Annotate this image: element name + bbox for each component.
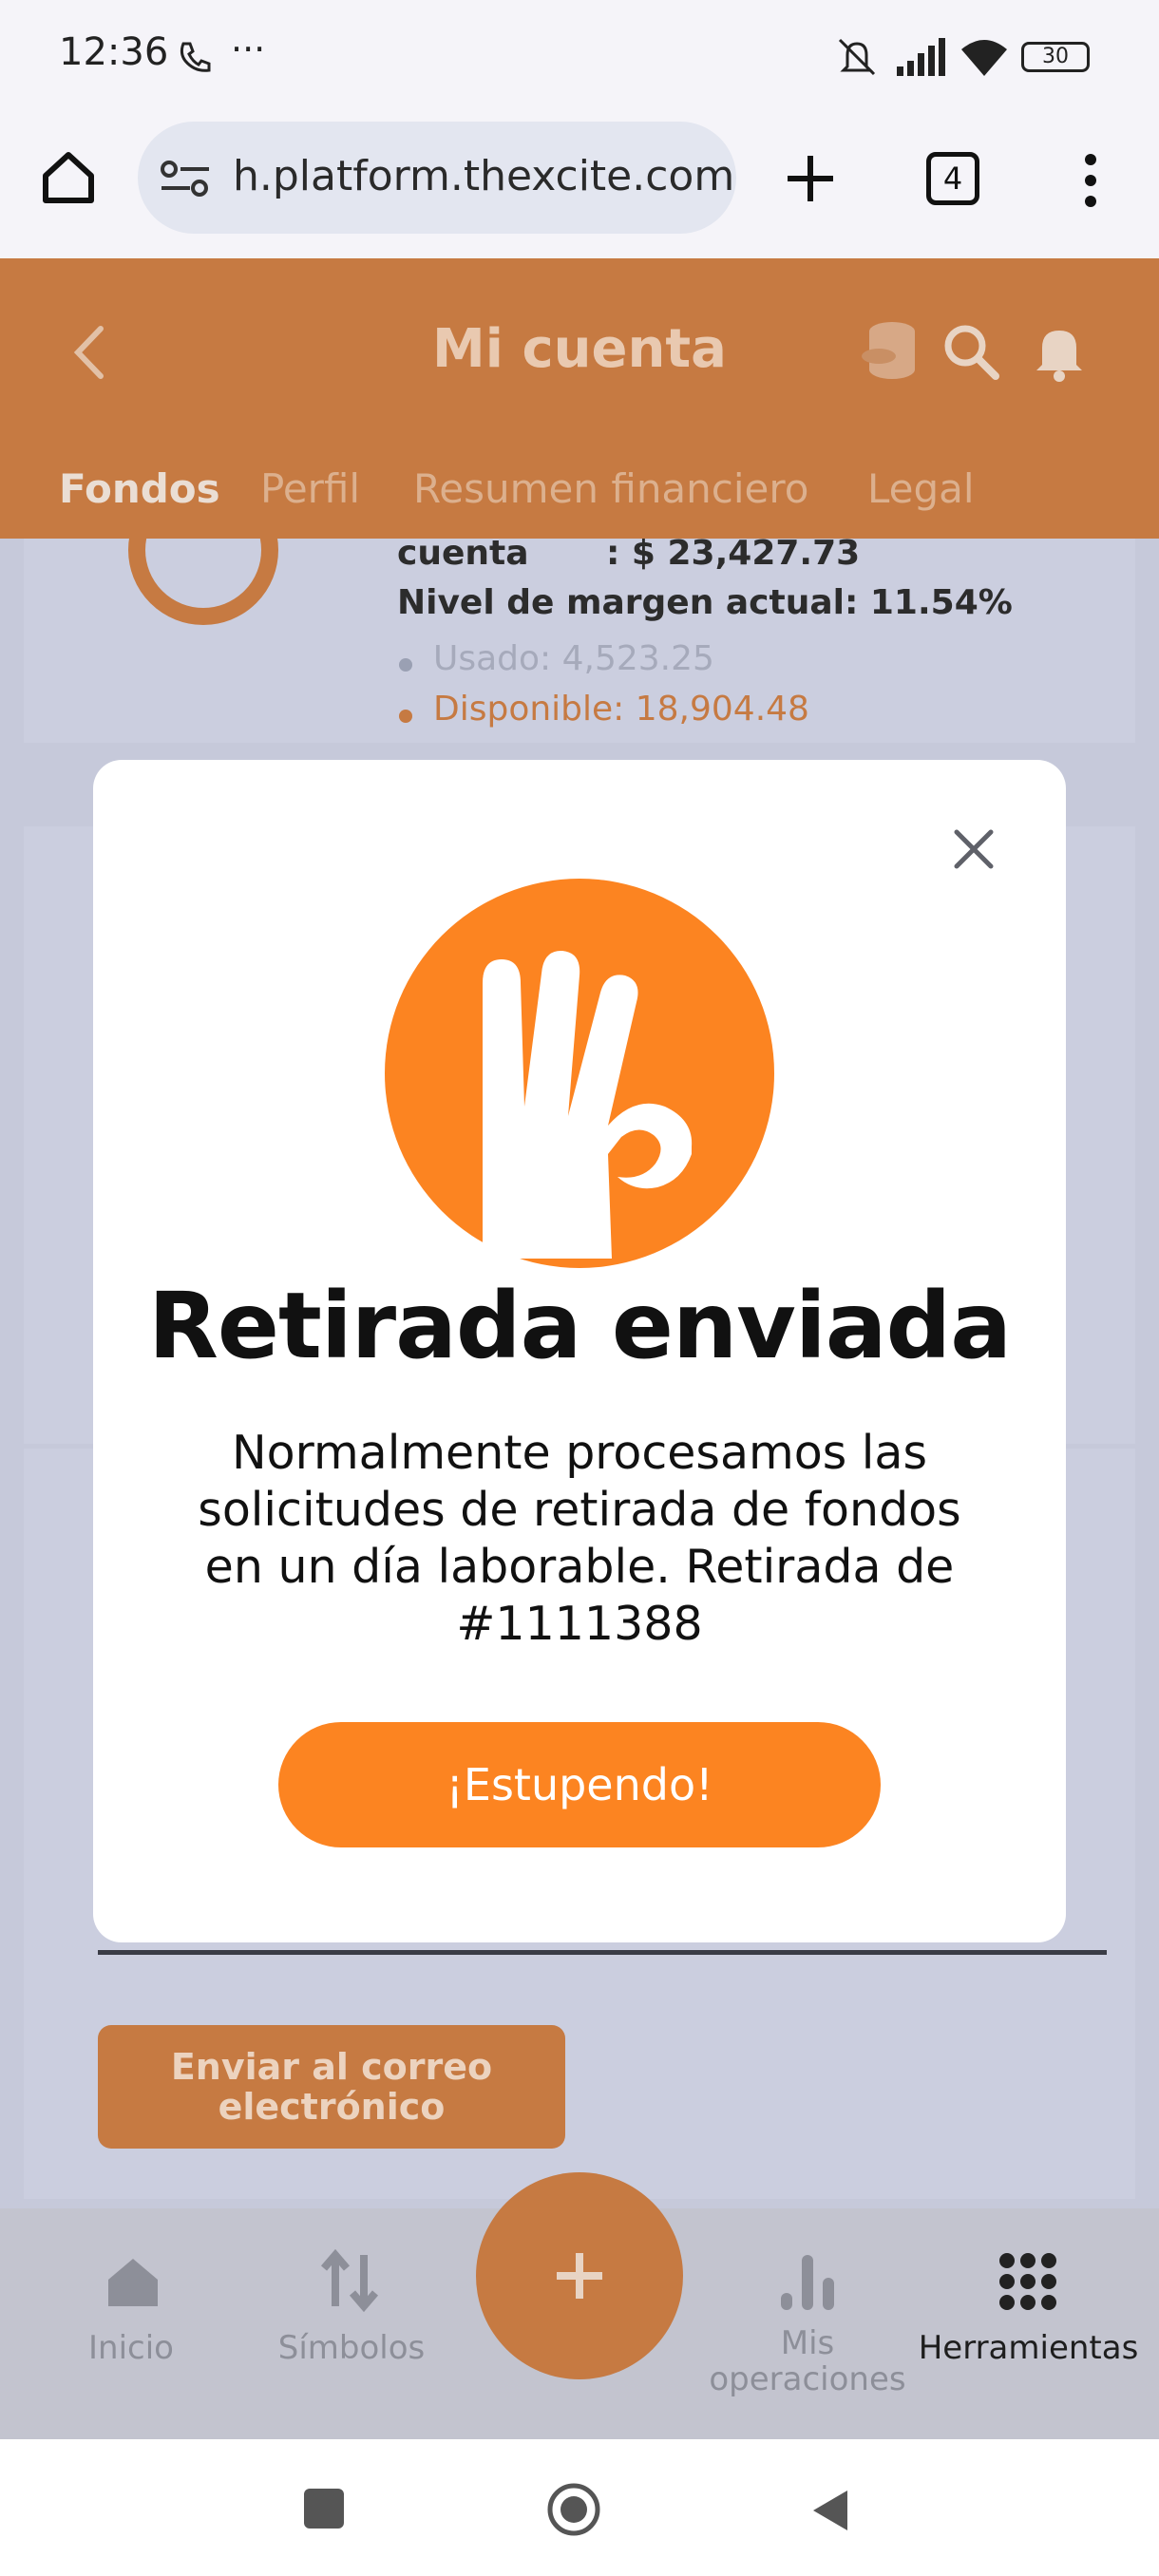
new-tab-icon[interactable]	[784, 152, 837, 205]
wifi-icon	[961, 40, 1007, 76]
equity-value: : $ 23,427.73	[606, 534, 861, 573]
symbols-icon[interactable]	[318, 2249, 381, 2312]
nav-simbolos[interactable]: Símbolos	[256, 2329, 446, 2367]
used-amount: Usado: 4,523.25	[433, 639, 714, 678]
close-icon[interactable]	[953, 828, 995, 870]
tab-fondos[interactable]: Fondos	[59, 465, 220, 512]
tab-perfil[interactable]: Perfil	[260, 465, 360, 512]
call-icon	[180, 42, 211, 72]
modal-message: Normalmente procesamos las solicitudes d…	[198, 1426, 961, 1651]
coins-icon[interactable]	[860, 318, 919, 385]
silent-icon	[838, 38, 876, 76]
back-system-icon[interactable]	[808, 2487, 853, 2534]
equity-label: cuenta	[397, 534, 529, 573]
send-email-button[interactable]: Enviar al correo electrónico	[98, 2025, 565, 2149]
modal-title: Retirada enviada	[147, 1273, 1012, 1379]
add-button[interactable]	[476, 2172, 683, 2379]
more-notifications-icon: ···	[231, 28, 266, 70]
signal-icon	[897, 38, 945, 76]
bell-icon[interactable]	[1031, 321, 1088, 382]
site-settings-icon[interactable]	[160, 160, 211, 198]
available-dot	[399, 710, 412, 723]
search-icon[interactable]	[940, 321, 1001, 382]
tabs-icon[interactable]: 4	[926, 152, 979, 205]
nav-mis-operaciones[interactable]: Mis operaciones	[684, 2325, 931, 2397]
home-nav-icon[interactable]	[104, 2253, 162, 2310]
nav-inicio[interactable]: Inicio	[55, 2329, 207, 2367]
chart-icon[interactable]	[779, 2249, 836, 2312]
confirm-button[interactable]: ¡Estupendo!	[278, 1722, 881, 1847]
available-amount: Disponible: 18,904.48	[433, 690, 809, 729]
input-underline	[98, 1950, 1107, 1955]
recents-icon[interactable]	[304, 2489, 344, 2529]
plus-icon	[557, 2253, 602, 2299]
url-text: h.platform.thexcite.com	[233, 152, 735, 200]
status-time: 12:36	[59, 30, 169, 74]
home-icon[interactable]	[38, 147, 99, 208]
used-dot	[399, 658, 412, 672]
status-bar: 12:36 ··· 30	[0, 0, 1159, 114]
battery-indicator: 30	[1021, 42, 1090, 72]
tab-legal[interactable]: Legal	[867, 465, 975, 512]
margin-level: Nivel de margen actual: 11.54%	[397, 583, 1013, 622]
grid-icon[interactable]	[998, 2251, 1058, 2312]
ok-hand-icon	[385, 879, 774, 1268]
tab-resumen-financiero[interactable]: Resumen financiero	[413, 465, 808, 512]
menu-icon[interactable]	[1072, 152, 1110, 209]
home-system-icon[interactable]	[545, 2481, 602, 2538]
nav-herramientas[interactable]: Herramientas	[912, 2329, 1145, 2367]
